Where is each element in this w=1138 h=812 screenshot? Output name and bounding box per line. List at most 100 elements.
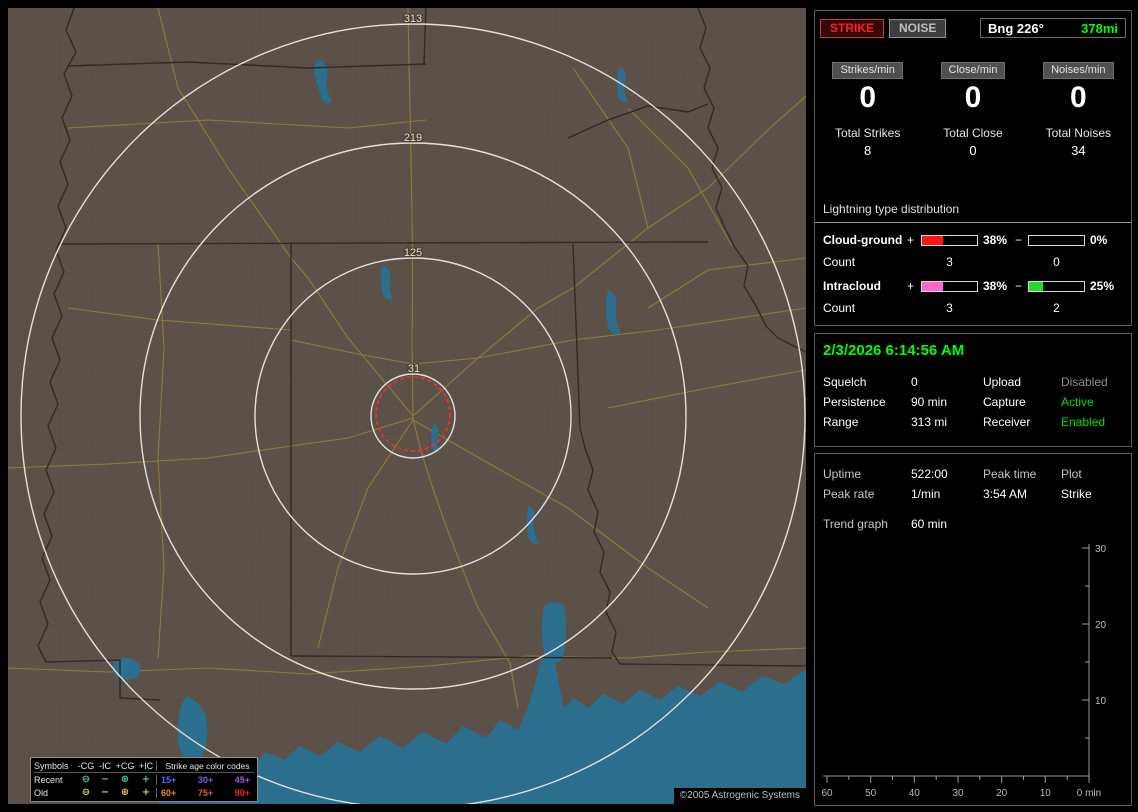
trend-graph-row: Trend graph 60 min <box>815 514 1131 534</box>
cg-negative-count: 0 <box>1053 255 1060 269</box>
plus-sign: + <box>907 233 915 247</box>
noises-per-min-header: Noises/min <box>1043 62 1114 79</box>
ring-label-219: 219 <box>404 132 422 144</box>
strike-mode-button[interactable]: STRIKE <box>820 18 885 38</box>
ic-negative-bar-fill <box>1029 281 1043 291</box>
strikes-per-min-value: 0 <box>859 81 876 114</box>
upload-label: Upload <box>983 375 1022 389</box>
legend-age-title: Strike age color codes <box>156 761 254 771</box>
legend-col-pos-cg: +CG <box>115 760 135 771</box>
persistence-label: Persistence <box>823 395 886 409</box>
bearing-display: Bng 226° 378mi <box>980 18 1126 38</box>
x-tick-60: 60 <box>821 788 833 799</box>
status-row-persistence: Persistence 90 min Capture Active <box>815 392 1131 412</box>
age-15: 15+ <box>161 774 177 785</box>
legend-col-neg-ic: -IC <box>99 760 111 771</box>
minus-sign: − <box>1015 279 1023 293</box>
age-45: 45+ <box>234 774 250 785</box>
capture-label: Capture <box>983 395 1026 409</box>
squelch-value: 0 <box>911 375 918 389</box>
ic-positive-pct: 38% <box>983 279 1008 293</box>
bearing-label: Bng 226° <box>988 20 1044 36</box>
intracloud-row: Intracloud + 38% − 25% <box>815 279 1131 293</box>
peak-rate-label: Peak rate <box>823 487 875 501</box>
status-panel: 2/3/2026 6:14:56 AM Squelch 0 Upload Dis… <box>814 333 1132 447</box>
minus-icon: − <box>100 786 110 798</box>
noise-mode-button[interactable]: NOISE <box>889 18 947 38</box>
trend-graph-window: 60 min <box>911 517 948 531</box>
range-label: Range <box>823 415 859 429</box>
plot-value: Strike <box>1061 487 1092 501</box>
noises-per-min-value: 0 <box>1069 81 1087 114</box>
status-row-squelch: Squelch 0 Upload Disabled <box>815 372 1131 392</box>
x-axis-labels: 60 50 40 30 20 10 0 min <box>821 788 1101 799</box>
legend-col-neg-cg: -CG <box>77 760 95 771</box>
legend-header-row: Symbols -CG -IC +CG +IC Strike age color… <box>34 760 254 773</box>
y-tick-20: 20 <box>1095 620 1107 631</box>
circle-plus-icon: ⊕ <box>120 773 130 785</box>
strikes-per-min-header: Strikes/min <box>832 62 903 79</box>
uptime-value: 522:00 <box>911 467 948 481</box>
legend-col-pos-ic: +IC <box>138 760 154 771</box>
cg-positive-bar-fill <box>922 235 943 245</box>
count-label: Count <box>823 255 856 269</box>
status-grid: Squelch 0 Upload Disabled Persistence 90… <box>815 372 1131 432</box>
total-noises-value: 34 <box>1071 143 1086 158</box>
count-label: Count <box>823 301 856 315</box>
status-row-range: Range 313 mi Receiver Enabled <box>815 412 1131 432</box>
plus-sign: + <box>907 279 915 293</box>
plus-icon: + <box>141 773 151 785</box>
legend-old-row: Old ⊖ − ⊕ + 60+ 75+ 90+ <box>34 786 254 799</box>
total-close-label: Total Close <box>943 126 1003 140</box>
peak-time-value: 3:54 AM <box>983 487 1028 501</box>
bearing-range: 378mi <box>1081 20 1118 36</box>
minus-icon: − <box>100 773 110 785</box>
x-tick-30: 30 <box>952 788 964 799</box>
ic-positive-bar <box>921 280 978 292</box>
intracloud-label: Intracloud <box>823 279 882 293</box>
cg-positive-bar <box>921 234 978 246</box>
ring-label-31: 31 <box>408 363 420 375</box>
rate-counters: Strikes/min 0 Total Strikes 8 Close/min … <box>815 60 1131 158</box>
ic-negative-count: 2 <box>1053 301 1060 315</box>
trend-panel: Uptime 522:00 Peak time Plot Peak rate 1… <box>814 453 1132 806</box>
distribution-title: Lightning type distribution <box>815 202 1131 223</box>
age-60: 60+ <box>161 787 177 798</box>
ring-label-313: 313 <box>404 13 422 25</box>
receiver-status: Enabled <box>1061 415 1106 429</box>
y-axis-labels: 30 20 10 <box>1095 544 1107 707</box>
x-tick-10: 10 <box>1040 788 1052 799</box>
y-tick-10: 10 <box>1095 696 1107 707</box>
circle-minus-icon: ⊖ <box>81 773 91 785</box>
strike-stats-panel: STRIKE NOISE Bng 226° 378mi Strikes/min … <box>814 10 1132 326</box>
cg-positive-pct: 38% <box>983 233 1008 247</box>
legend-old-ages: 60+ 75+ 90+ <box>156 787 254 798</box>
persistence-value: 90 min <box>911 395 948 409</box>
x-tick-20: 20 <box>996 788 1008 799</box>
age-75: 75+ <box>197 787 214 798</box>
uptime-label: Uptime <box>823 467 862 481</box>
legend-recent-ages: 15+ 30+ 45+ <box>156 774 254 785</box>
intracloud-count-row: Count 3 2 <box>815 301 1131 315</box>
chart-axes <box>823 544 1090 783</box>
trend-row-1: Uptime 522:00 Peak time Plot <box>815 464 1131 484</box>
ic-positive-bar-fill <box>922 281 943 291</box>
cg-negative-pct: 0% <box>1090 233 1108 247</box>
close-per-min-value: 0 <box>964 81 982 114</box>
upload-status: Disabled <box>1061 375 1108 389</box>
close-per-min-header: Close/min <box>940 62 1006 79</box>
age-90: 90+ <box>234 787 250 798</box>
ring-label-125: 125 <box>404 247 422 259</box>
age-30: 30+ <box>197 774 214 785</box>
legend-recent-row: Recent ⊖ − ⊕ + 15+ 30+ 45+ <box>34 773 254 786</box>
legend-symbols-header: Symbols <box>34 761 69 771</box>
legend-old-label: Old <box>34 787 49 798</box>
circle-minus-icon: ⊖ <box>81 786 91 798</box>
strikes-per-min-column: Strikes/min 0 Total Strikes 8 <box>815 60 920 158</box>
peak-rate-value: 1/min <box>911 487 941 501</box>
cloud-ground-row: Cloud-ground + 38% − 0% <box>815 233 1131 247</box>
ic-negative-bar <box>1028 280 1085 292</box>
trend-graph-chart: 30 20 10 60 50 40 30 20 10 0 min <box>821 544 1107 799</box>
ic-positive-count: 3 <box>946 301 953 315</box>
cg-positive-count: 3 <box>946 255 953 269</box>
